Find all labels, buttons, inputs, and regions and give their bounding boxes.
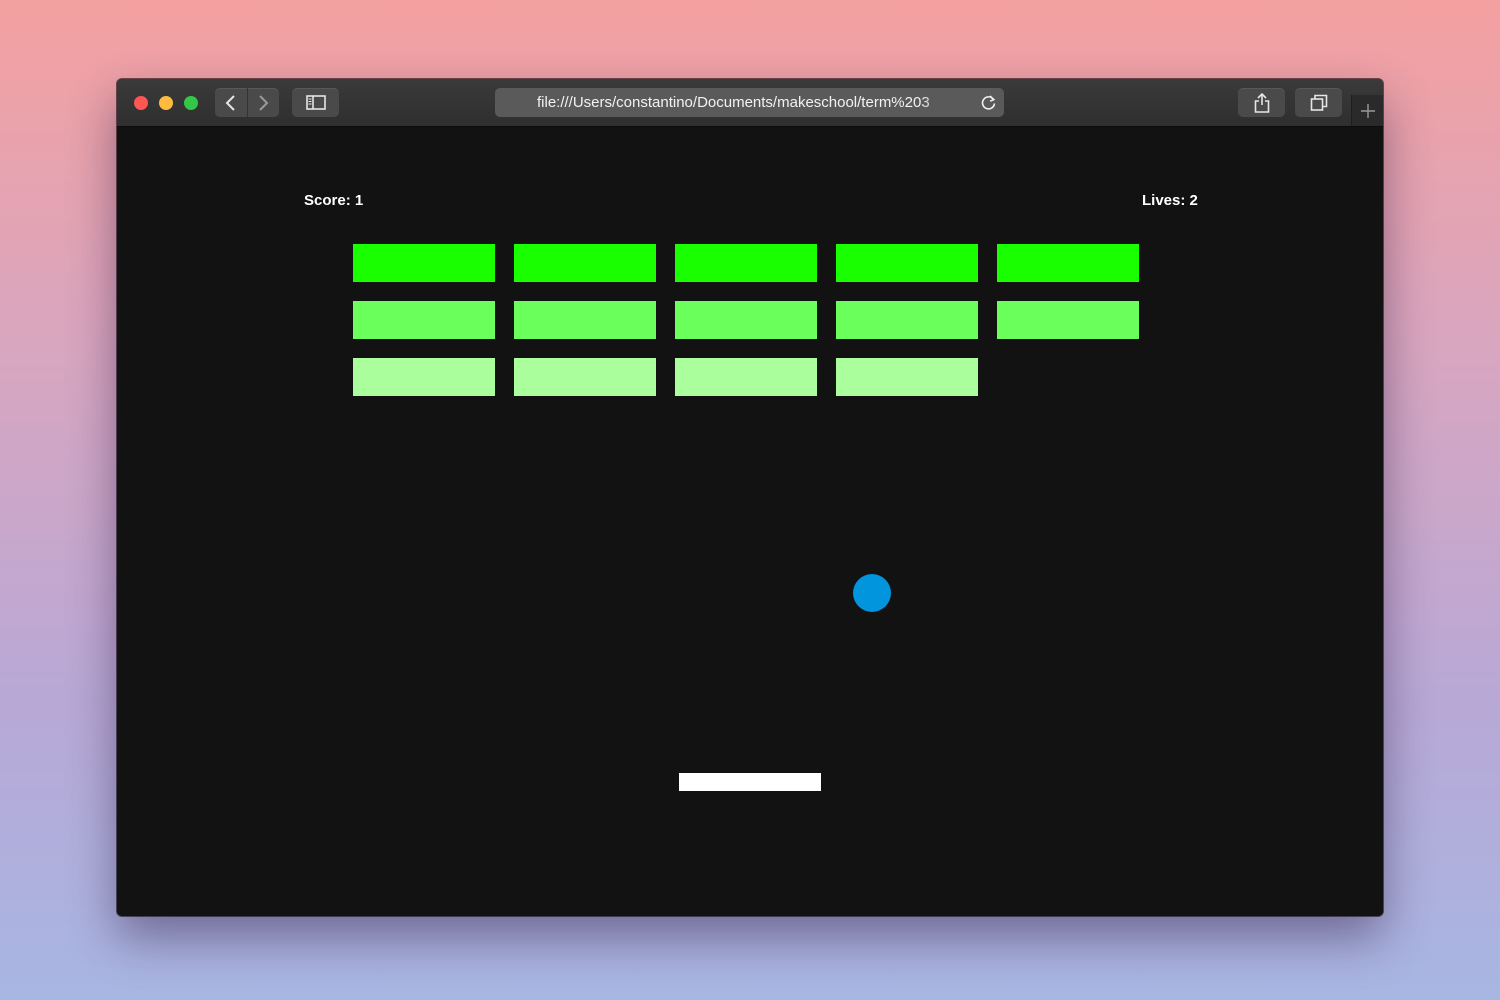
share-icon bbox=[1254, 92, 1269, 113]
brick bbox=[675, 358, 817, 396]
brick bbox=[997, 301, 1139, 339]
chevron-right-icon bbox=[259, 94, 269, 111]
brick bbox=[353, 301, 495, 339]
minimize-window-button[interactable] bbox=[159, 96, 173, 110]
sidebar-icon bbox=[305, 95, 326, 110]
brick bbox=[514, 358, 656, 396]
brick bbox=[514, 301, 656, 339]
zoom-window-button[interactable] bbox=[184, 96, 198, 110]
tabs-overview-button[interactable] bbox=[1295, 88, 1342, 117]
brick bbox=[836, 358, 978, 396]
navigation-buttons bbox=[215, 88, 279, 117]
brick bbox=[997, 244, 1139, 282]
game-canvas[interactable]: Score: 1 Lives: 2 bbox=[117, 127, 1383, 916]
plus-icon bbox=[1360, 103, 1375, 118]
forward-button[interactable] bbox=[247, 88, 279, 117]
lives-label: Lives: 2 bbox=[1142, 192, 1198, 209]
share-button[interactable] bbox=[1238, 88, 1285, 117]
tabs-overview-icon bbox=[1310, 94, 1327, 111]
address-bar[interactable]: file:///Users/constantino/Documents/make… bbox=[495, 88, 1004, 117]
brick bbox=[836, 244, 978, 282]
new-tab-button[interactable] bbox=[1351, 95, 1383, 126]
sidebar-toggle-button[interactable] bbox=[292, 88, 339, 117]
address-url: file:///Users/constantino/Documents/make… bbox=[537, 94, 930, 111]
brick bbox=[675, 244, 817, 282]
brick bbox=[353, 358, 495, 396]
close-window-button[interactable] bbox=[134, 96, 148, 110]
chevron-left-icon bbox=[225, 94, 235, 111]
reload-icon[interactable] bbox=[980, 94, 997, 111]
ball bbox=[853, 574, 891, 612]
back-button[interactable] bbox=[215, 88, 247, 117]
brick bbox=[353, 244, 495, 282]
brick bbox=[675, 301, 817, 339]
browser-window: file:///Users/constantino/Documents/make… bbox=[117, 79, 1383, 916]
paddle[interactable] bbox=[679, 773, 821, 791]
brick bbox=[514, 244, 656, 282]
browser-toolbar: file:///Users/constantino/Documents/make… bbox=[117, 79, 1383, 127]
brick bbox=[836, 301, 978, 339]
score-label: Score: 1 bbox=[304, 192, 364, 209]
